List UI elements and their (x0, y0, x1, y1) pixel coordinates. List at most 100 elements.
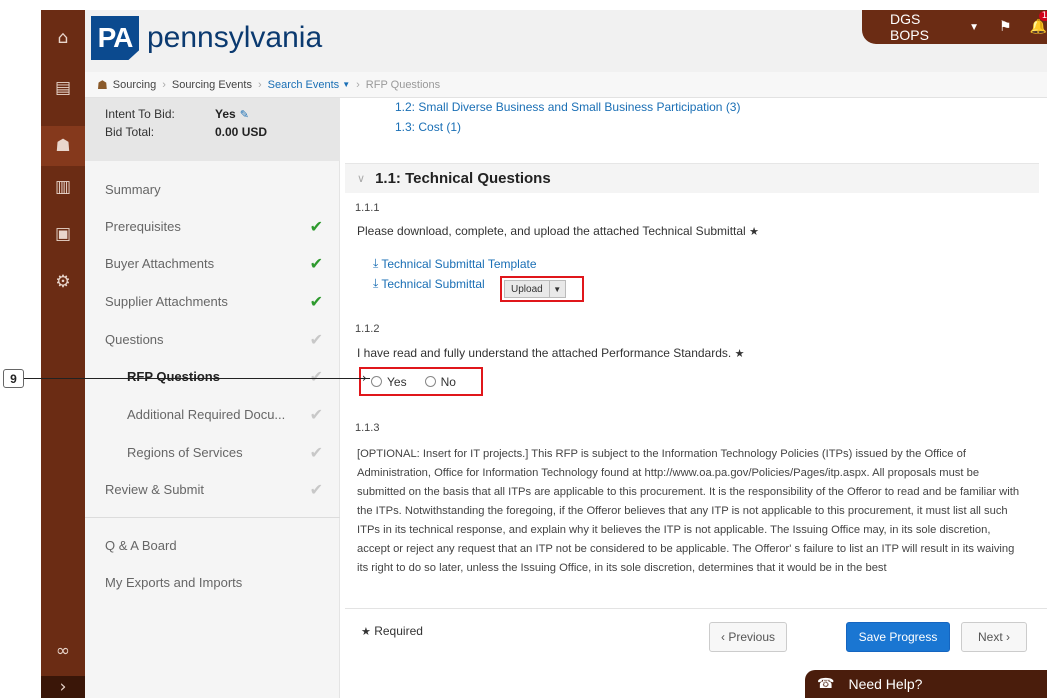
toc-link-1-2[interactable]: 1.2: Small Diverse Business and Small Bu… (395, 100, 740, 114)
required-label: Required (374, 624, 423, 638)
radio-no-label: No (440, 374, 456, 389)
nav-item-exports-imports[interactable]: My Exports and Imports (105, 570, 325, 594)
submittal-download-link[interactable]: ⤓ Technical Submittal (373, 276, 485, 291)
nav-item-rfp-questions[interactable]: RFP Questions ✔ (127, 364, 325, 388)
template-download-link[interactable]: ⤓ Technical Submittal Template (373, 256, 537, 271)
logo-text: pennsylvania (147, 21, 323, 54)
question-number: 1.1.2 (355, 323, 380, 335)
nav-item-qa-board[interactable]: Q & A Board (105, 533, 325, 557)
nav-item-additional-documents[interactable]: Additional Required Docu... ✔ (127, 402, 325, 426)
radio-no[interactable]: No (424, 374, 456, 389)
download-icon: ⤓ (373, 276, 379, 290)
sourcing-icon[interactable]: ☗ (41, 126, 85, 166)
breadcrumb-search-events[interactable]: Search Events (268, 79, 340, 91)
nav-item-label: My Exports and Imports (105, 574, 243, 590)
user-menu[interactable]: DGS BOPS (890, 11, 963, 43)
question-text-body: I have read and fully understand the att… (357, 346, 732, 360)
app-root: ⌂ ▤ ☗ ▥ ▣ ⚙ ∞ › PA pennsylvania DGS BOPS… (0, 0, 1047, 698)
app-header: PA pennsylvania DGS BOPS ▼ ⚑ 🔔11 (85, 10, 1047, 72)
edit-pencil-icon[interactable]: ✎ (240, 108, 249, 121)
question-text-body: [OPTIONAL: Insert for IT projects.] This… (357, 448, 1020, 574)
caret-down-icon[interactable]: ▼ (342, 80, 350, 89)
nav-item-regions-of-services[interactable]: Regions of Services ✔ (127, 440, 325, 464)
form-footer: ★ Required ‹ Previous Save Progress Next… (345, 608, 1047, 664)
settings-icon[interactable]: ⚙ (41, 268, 85, 296)
nav-item-buyer-attachments[interactable]: Buyer Attachments ✔ (105, 251, 325, 275)
nav-item-label: Questions (105, 331, 164, 347)
pa-logo[interactable]: PA pennsylvania (91, 16, 322, 60)
breadcrumb: ☗ Sourcing › Sourcing Events › Search Ev… (85, 72, 1047, 98)
yes-no-radio-group: Yes No (359, 367, 483, 396)
home-icon[interactable]: ⌂ (41, 24, 85, 52)
rail-expand-strip[interactable]: › (41, 676, 85, 698)
checkmark-icon: ✔ (309, 216, 323, 236)
sourcing-icon: ☗ (97, 77, 108, 92)
chevron-right-icon: › (162, 78, 166, 91)
section-title: 1.1: Technical Questions (375, 170, 551, 187)
required-note: ★ Required (361, 624, 423, 638)
chevron-down-icon[interactable]: ∨ (357, 172, 365, 185)
expand-chevron-icon[interactable]: › (41, 673, 85, 698)
intent-label: Intent To Bid: (105, 107, 175, 121)
nav-item-questions[interactable]: Questions ✔ (105, 327, 325, 351)
checkmark-icon: ✔ (309, 366, 323, 386)
radio-circle[interactable] (424, 376, 436, 387)
question-number: 1.1.3 (355, 422, 380, 434)
nav-item-label: Supplier Attachments (105, 293, 228, 309)
checkmark-icon: ✔ (309, 291, 323, 311)
nav-item-label: Review & Submit (105, 481, 204, 497)
left-panel: Intent To Bid: Yes ✎ Bid Total: 0.00 USD… (85, 98, 340, 698)
nav-item-label: Summary (105, 181, 161, 197)
upload-button[interactable]: Upload (504, 280, 550, 298)
question-text: Please download, complete, and upload th… (357, 224, 759, 238)
bell-icon[interactable]: 🔔11 (1030, 11, 1047, 35)
question-number: 1.1.1 (355, 202, 380, 214)
question-text-body: Please download, complete, and upload th… (357, 224, 746, 238)
nav-divider (85, 517, 340, 518)
help-bar[interactable]: ☎ Need Help? (805, 670, 1047, 698)
callout-line (24, 378, 370, 379)
checkmark-icon: ✔ (309, 442, 323, 462)
nav-item-label: RFP Questions (127, 368, 220, 384)
section-header[interactable]: ∨ 1.1: Technical Questions (345, 163, 1039, 193)
flag-icon[interactable]: ⚑ (999, 19, 1012, 35)
nav-item-supplier-attachments[interactable]: Supplier Attachments ✔ (105, 289, 325, 313)
nav-item-review-submit[interactable]: Review & Submit ✔ (105, 477, 325, 501)
nav-item-summary[interactable]: Summary (105, 177, 325, 201)
required-star-icon: ★ (749, 225, 759, 238)
logo-mark: PA (91, 16, 139, 60)
radio-yes[interactable]: Yes (371, 375, 407, 389)
nav-item-prerequisites[interactable]: Prerequisites ✔ (105, 214, 325, 238)
help-label: Need Help? (848, 676, 923, 692)
download-icon: ⤓ (373, 256, 379, 270)
caret-down-icon[interactable]: ▼ (969, 22, 979, 33)
radio-yes-label: Yes (387, 374, 407, 389)
upload-button-group: Upload ▼ (500, 276, 584, 302)
next-button[interactable]: Next › (961, 622, 1027, 652)
chevron-right-icon: › (356, 78, 360, 91)
chevron-right-icon: › (257, 78, 262, 91)
previous-button[interactable]: ‹ Previous (709, 622, 787, 652)
breadcrumb-sourcing[interactable]: Sourcing (113, 79, 156, 91)
bid-summary: Intent To Bid: Yes ✎ Bid Total: 0.00 USD (85, 98, 340, 161)
toc-link-1-3[interactable]: 1.3: Cost (1) (395, 120, 461, 134)
nav-rail: ⌂ ▤ ☗ ▥ ▣ ⚙ ∞ › (41, 10, 85, 698)
caret-down-icon[interactable]: ▼ (549, 280, 566, 298)
radio-circle[interactable] (371, 376, 382, 387)
callout-number: 9 (3, 369, 24, 388)
template-link-label: Technical Submittal Template (381, 256, 537, 271)
contracts-icon[interactable]: ▣ (41, 220, 85, 248)
checkmark-icon: ✔ (309, 479, 323, 499)
nav-item-label: Prerequisites (105, 218, 181, 234)
total-label: Bid Total: (105, 125, 155, 139)
required-star-icon: ★ (734, 347, 745, 360)
nav-item-label: Regions of Services (127, 444, 243, 460)
reports-icon[interactable]: ▥ (41, 173, 85, 201)
binoculars-icon[interactable]: ∞ (41, 637, 85, 665)
documents-icon[interactable]: ▤ (41, 74, 85, 102)
notification-badge: 11 (1038, 11, 1047, 21)
breadcrumb-rfp-questions: RFP Questions (365, 78, 441, 91)
breadcrumb-sourcing-events[interactable]: Sourcing Events (172, 79, 252, 91)
phone-icon: ☎ (817, 676, 835, 692)
save-progress-button[interactable]: Save Progress (846, 622, 950, 652)
